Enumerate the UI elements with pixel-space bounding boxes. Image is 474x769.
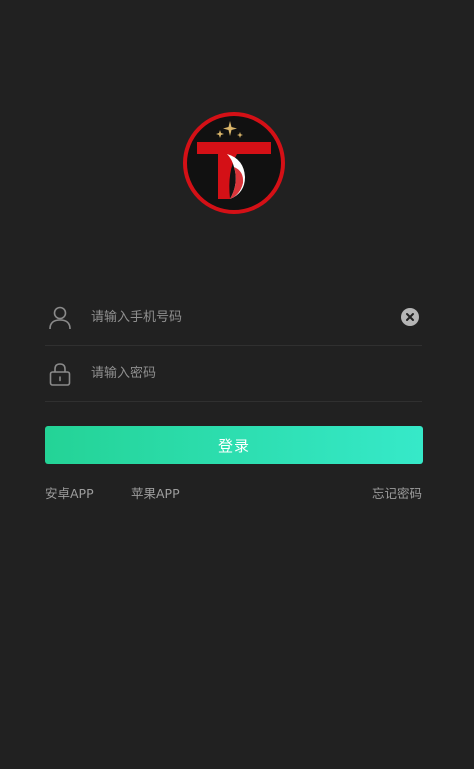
forgot-password-link[interactable]: 忘记密码: [372, 483, 422, 502]
password-input[interactable]: [91, 359, 391, 387]
user-icon: [47, 305, 73, 331]
clear-icon[interactable]: [401, 308, 419, 326]
app-logo: [182, 111, 286, 215]
phone-input[interactable]: [91, 303, 391, 331]
phone-field: [45, 289, 422, 346]
password-field: [45, 345, 422, 402]
ios-app-link[interactable]: 苹果APP: [131, 483, 180, 502]
login-button[interactable]: 登录: [45, 426, 423, 464]
lock-icon: [47, 361, 73, 387]
android-app-link[interactable]: 安卓APP: [45, 483, 94, 502]
